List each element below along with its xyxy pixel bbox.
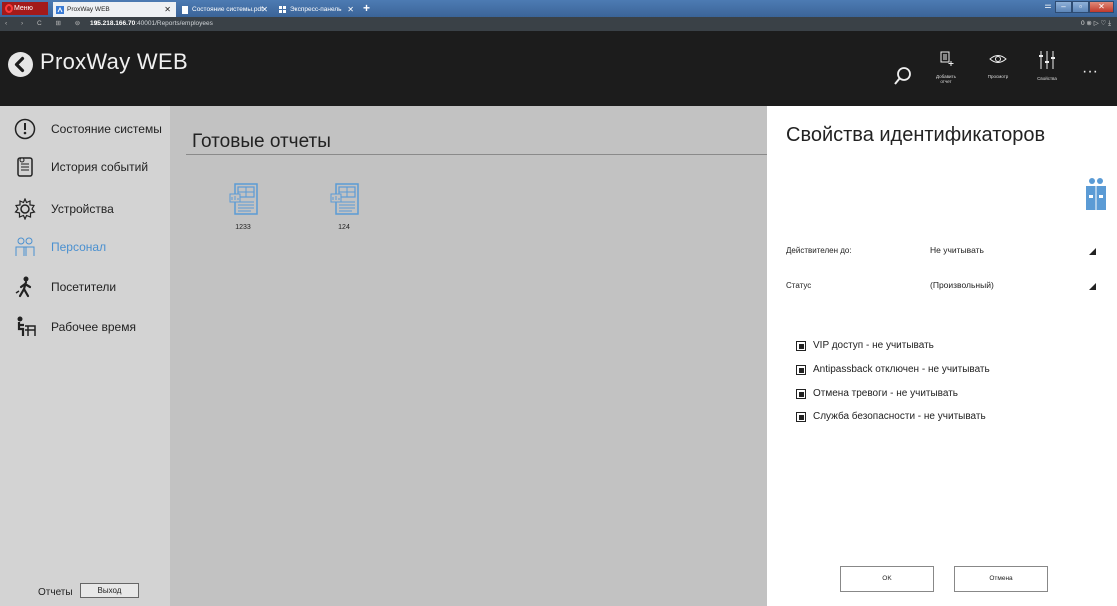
sidebar: Состояние системы История событий Устрой…: [0, 106, 170, 606]
tab-proxway[interactable]: ProxWay WEB ✕: [53, 2, 176, 17]
tab-title: Состояние системы.pdf: [192, 6, 263, 13]
grid-icon: [279, 6, 286, 13]
sidebar-item-label: История событий: [51, 160, 149, 174]
preview-button[interactable]: Просмотр: [980, 51, 1016, 79]
preview-label: Просмотр: [987, 74, 1009, 79]
close-tab-icon[interactable]: ✕: [347, 2, 354, 17]
gauge-icon: [14, 118, 36, 140]
maximize-button[interactable]: ▫: [1072, 1, 1089, 13]
cancel-button[interactable]: Отмена: [954, 566, 1048, 592]
browser-menu-button[interactable]: Меню: [2, 2, 48, 15]
valid-until-value: Не учитывать: [930, 245, 984, 255]
sidebar-item-event-history[interactable]: История событий: [0, 148, 170, 184]
sliders-icon: [1039, 51, 1055, 69]
search-icon[interactable]: [893, 66, 913, 88]
back-button[interactable]: [8, 52, 33, 77]
title-divider: [186, 154, 767, 155]
walker-icon: [15, 276, 32, 298]
sidebar-item-label: Устройства: [51, 202, 114, 216]
tab-title: ProxWay WEB: [67, 6, 110, 13]
sidebar-item-label: Посетители: [51, 280, 117, 294]
tab-speed-dial[interactable]: Экспресс-панель ✕: [276, 2, 359, 17]
new-tab-button[interactable]: +: [363, 1, 370, 15]
exit-button[interactable]: Выход: [80, 583, 139, 598]
url-field[interactable]: 195.218.166.70:40001/Reports/employees: [90, 17, 213, 31]
valid-until-label: Действителен до:: [786, 246, 852, 255]
more-menu-icon[interactable]: ···: [1082, 63, 1098, 81]
reports-label: Отчеты: [38, 587, 73, 598]
checkbox-label: Служба безопасности - не учитывать: [813, 411, 986, 422]
main-content: Готовые отчеты 1233 124: [170, 106, 767, 606]
app-title: ProxWay WEB: [40, 49, 188, 74]
sidebar-item-visitors[interactable]: Посетители: [0, 268, 170, 304]
sidebar-item-staff[interactable]: Персонал: [0, 228, 170, 264]
worktime-icon: [17, 316, 36, 336]
app-header: ProxWay WEB Добавить отчет Просмотр Свой…: [0, 31, 1117, 106]
extensions-icon[interactable]: ⚌: [1041, 1, 1055, 13]
staff-icon: [15, 237, 35, 256]
sidebar-item-work-time[interactable]: Рабочее время: [0, 308, 170, 344]
report-name: 124: [338, 224, 350, 231]
address-bar: ‹ › C ⊞ ⊚ ⊕ 195.218.166.70:40001/Reports…: [0, 17, 1117, 31]
eye-icon: [989, 55, 1007, 63]
checkbox-label: Отмена тревоги - не учитывать: [813, 388, 958, 399]
checkbox-indeterminate-icon: [796, 389, 806, 399]
panel-title: Свойства идентификаторов: [786, 124, 1046, 146]
close-tab-icon[interactable]: ✕: [261, 2, 268, 17]
sidebar-footer: Отчеты Выход: [0, 578, 170, 606]
url-host: 195.218.166.70: [90, 20, 136, 27]
status-select[interactable]: (Произвольный): [930, 277, 1096, 293]
close-window-button[interactable]: ✕: [1089, 1, 1114, 13]
close-tab-icon[interactable]: ✕: [164, 2, 171, 17]
checkbox-label: Antipassback отключен - не учитывать: [813, 364, 990, 375]
browser-tab-bar: Меню ProxWay WEB ✕ Состояние системы.pdf…: [0, 0, 1117, 17]
status-label: Статус: [786, 281, 812, 290]
report-item[interactable]: 124: [321, 182, 367, 232]
sidebar-item-label: Персонал: [51, 240, 107, 254]
valid-until-select[interactable]: Не учитывать: [930, 242, 1096, 258]
tab-pdf[interactable]: Состояние системы.pdf ✕: [178, 2, 273, 17]
page-title: Готовые отчеты: [192, 131, 331, 152]
minimize-button[interactable]: –: [1055, 1, 1072, 13]
address-bar-tools[interactable]: 0 ⊗ ▷ ♡ ⤓: [1081, 17, 1111, 31]
document-icon: [182, 6, 188, 14]
opera-logo-icon: [5, 4, 13, 13]
window-controls: ⚌ – ▫ ✕: [1041, 1, 1114, 14]
gear-icon: [14, 198, 36, 220]
status-value: (Произвольный): [930, 280, 994, 290]
report-file-icon: [330, 183, 359, 215]
browser-menu-label: Меню: [14, 5, 33, 12]
properties-panel: Свойства идентификаторов Действителен до…: [767, 106, 1117, 606]
add-report-label: Добавить отчет: [936, 74, 956, 84]
dropdown-arrow-icon: [1089, 283, 1096, 290]
checkbox-indeterminate-icon: [796, 341, 806, 351]
tab-title: Экспресс-панель: [290, 6, 342, 13]
properties-button[interactable]: Свойства: [1031, 51, 1063, 81]
sidebar-item-label: Состояние системы: [51, 122, 162, 136]
properties-label: Свойства: [1037, 76, 1057, 81]
history-icon: [17, 157, 33, 177]
proxway-favicon-icon: [56, 6, 64, 14]
sidebar-item-label: Рабочее время: [51, 320, 136, 334]
report-file-icon: [229, 183, 258, 215]
add-report-button[interactable]: Добавить отчет: [930, 51, 962, 84]
dropdown-arrow-icon: [1089, 248, 1096, 255]
identifier-persons-icon: [1086, 178, 1106, 210]
checkbox-indeterminate-icon: [796, 365, 806, 375]
sidebar-item-system-state[interactable]: Состояние системы: [0, 110, 170, 146]
checkbox-label: VIP доступ - не учитывать: [813, 340, 934, 351]
report-item[interactable]: 1233: [220, 182, 266, 232]
url-path: :40001/Reports/employees: [135, 20, 213, 27]
checkbox-indeterminate-icon: [796, 412, 806, 422]
sidebar-item-devices[interactable]: Устройства: [0, 190, 170, 226]
ok-button[interactable]: OK: [840, 566, 934, 592]
back-arrow-icon: [14, 56, 25, 73]
report-name: 1233: [235, 224, 251, 231]
add-report-icon: [940, 51, 954, 66]
